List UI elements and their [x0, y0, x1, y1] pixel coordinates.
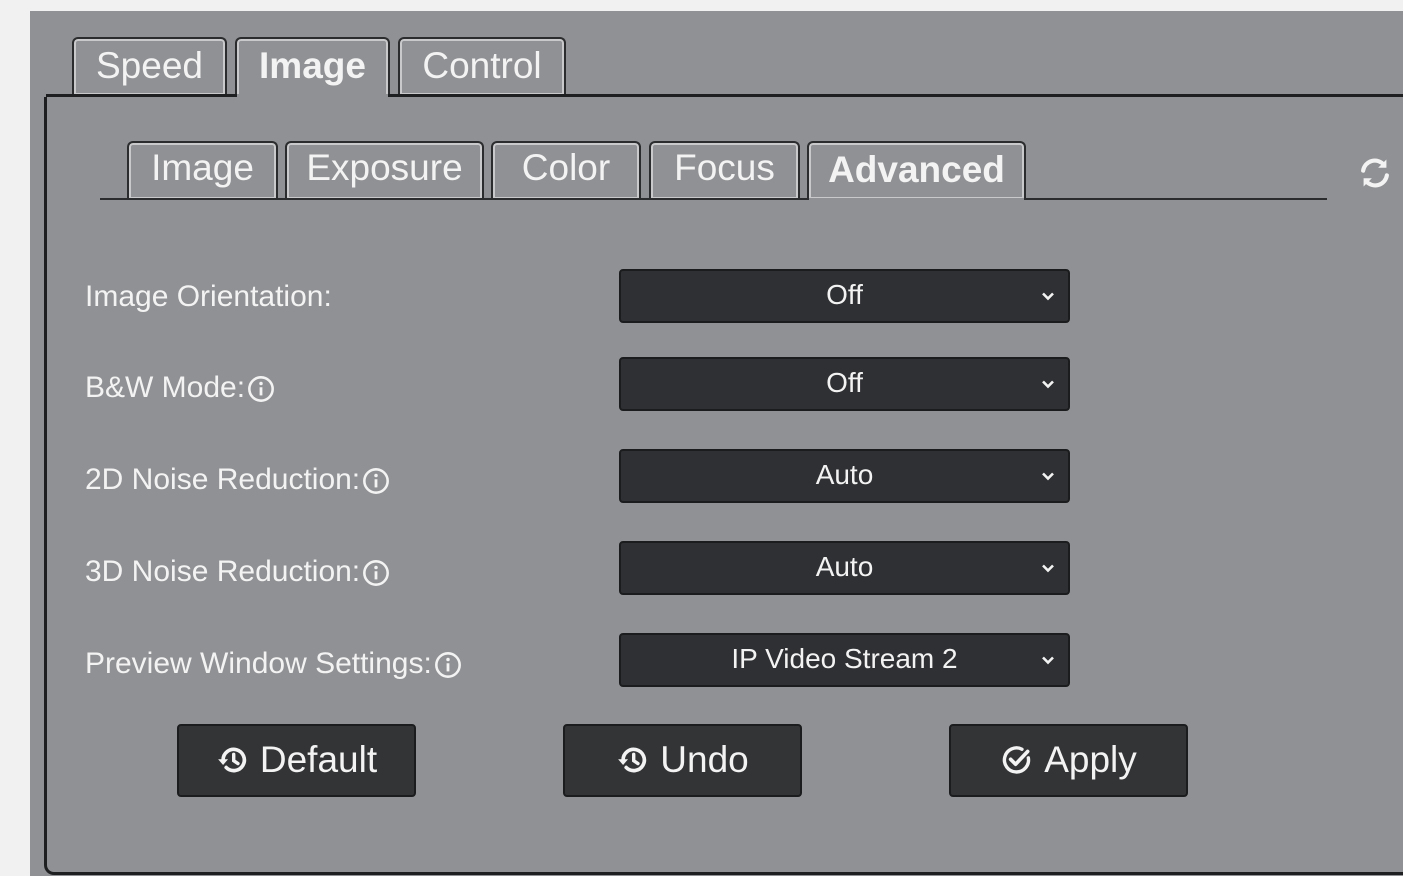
- history-icon: [618, 747, 647, 773]
- refresh-icon[interactable]: [1356, 154, 1394, 192]
- undo-button[interactable]: Undo: [563, 724, 802, 797]
- chevron-down-icon: [1042, 564, 1054, 573]
- 2d-noise-reduction-select[interactable]: Auto: [619, 449, 1070, 503]
- info-icon[interactable]: [434, 651, 462, 679]
- setting-label-image-orientation: Image Orientation:: [85, 277, 332, 317]
- default-button[interactable]: Default: [177, 724, 416, 797]
- setting-label-2d-noise-reduction: 2D Noise Reduction:: [85, 460, 390, 500]
- label-text: 2D Noise Reduction:: [85, 463, 361, 496]
- history-icon: [218, 747, 246, 773]
- subtab-image[interactable]: Image: [127, 141, 278, 199]
- chevron-down-icon: [1042, 656, 1054, 665]
- button-label: Undo: [660, 739, 749, 780]
- label-text: Image Orientation:: [85, 280, 332, 313]
- setting-label-bw-mode: B&W Mode:: [85, 368, 275, 408]
- subtab-focus[interactable]: Focus: [649, 141, 800, 199]
- info-icon[interactable]: [362, 559, 390, 587]
- chevron-down-icon: [1042, 292, 1054, 301]
- check-circle-icon: [1002, 746, 1031, 774]
- label-text: B&W Mode:: [85, 371, 246, 404]
- button-label: Default: [259, 739, 378, 780]
- setting-label-preview-window: Preview Window Settings:: [85, 644, 462, 684]
- chevron-down-icon: [1042, 472, 1054, 481]
- select-value: Off: [826, 279, 863, 310]
- apply-button[interactable]: Apply: [949, 724, 1188, 797]
- select-value: Auto: [815, 551, 874, 582]
- select-value: IP Video Stream 2: [731, 643, 958, 674]
- tab-speed[interactable]: Speed: [72, 37, 227, 95]
- image-orientation-select[interactable]: Off: [619, 269, 1070, 323]
- button-label: Apply: [1044, 739, 1137, 780]
- tab-image[interactable]: Image: [235, 37, 390, 97]
- subtab-divider: [100, 198, 1327, 200]
- subtab-color[interactable]: Color: [491, 141, 641, 199]
- select-value: Auto: [815, 459, 874, 490]
- subtab-exposure[interactable]: Exposure: [285, 141, 484, 199]
- select-value: Off: [826, 367, 863, 398]
- info-icon[interactable]: [247, 375, 275, 403]
- subtab-advanced[interactable]: Advanced: [807, 141, 1026, 199]
- label-text: 3D Noise Reduction:: [85, 555, 361, 588]
- active-subtab-gap: [809, 198, 1024, 200]
- label-text: Preview Window Settings:: [85, 647, 432, 680]
- tab-control[interactable]: Control: [398, 37, 566, 95]
- 3d-noise-reduction-select[interactable]: Auto: [619, 541, 1070, 595]
- camera-settings-panel: Speed Image Control Image Exposure Color…: [30, 11, 1403, 876]
- chevron-down-icon: [1042, 380, 1054, 389]
- preview-window-select[interactable]: IP Video Stream 2: [619, 633, 1070, 687]
- bw-mode-select[interactable]: Off: [619, 357, 1070, 411]
- info-icon[interactable]: [362, 467, 390, 495]
- setting-label-3d-noise-reduction: 3D Noise Reduction:: [85, 552, 390, 592]
